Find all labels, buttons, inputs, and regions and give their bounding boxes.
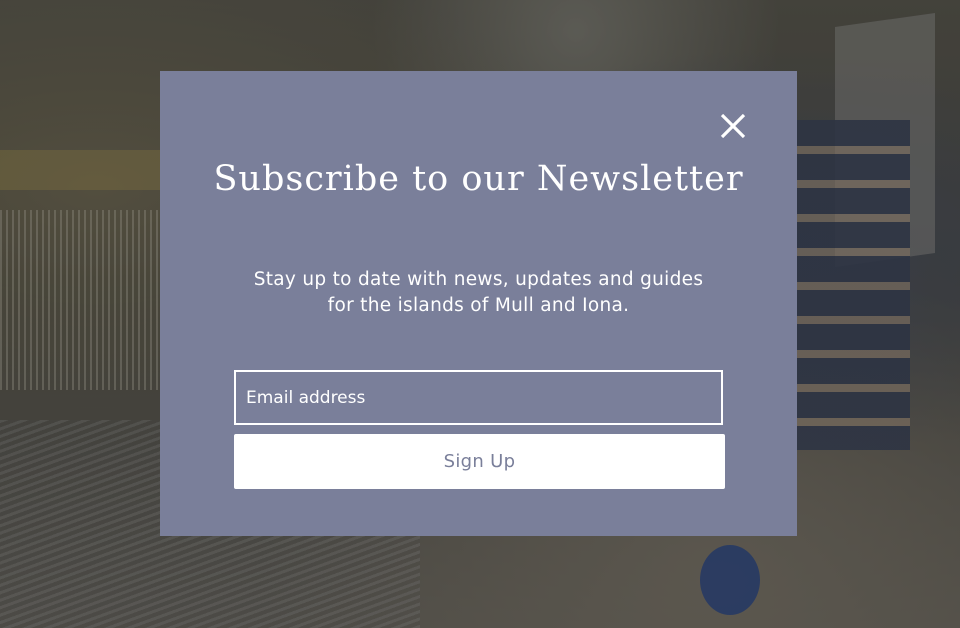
description-line-2: for the islands of Mull and Iona. [327, 295, 630, 316]
close-button[interactable] [708, 105, 756, 145]
description-line-1: Stay up to date with news, updates and g… [253, 269, 704, 290]
newsletter-description: Stay up to date with news, updates and g… [220, 267, 737, 319]
page: Subscribe to our Newsletter Stay up to d… [0, 0, 960, 628]
close-icon [720, 114, 746, 138]
newsletter-modal: Subscribe to our Newsletter Stay up to d… [160, 71, 797, 536]
newsletter-title: Subscribe to our Newsletter [213, 159, 744, 199]
email-input[interactable] [234, 370, 723, 425]
signup-button[interactable]: Sign Up [234, 434, 725, 489]
